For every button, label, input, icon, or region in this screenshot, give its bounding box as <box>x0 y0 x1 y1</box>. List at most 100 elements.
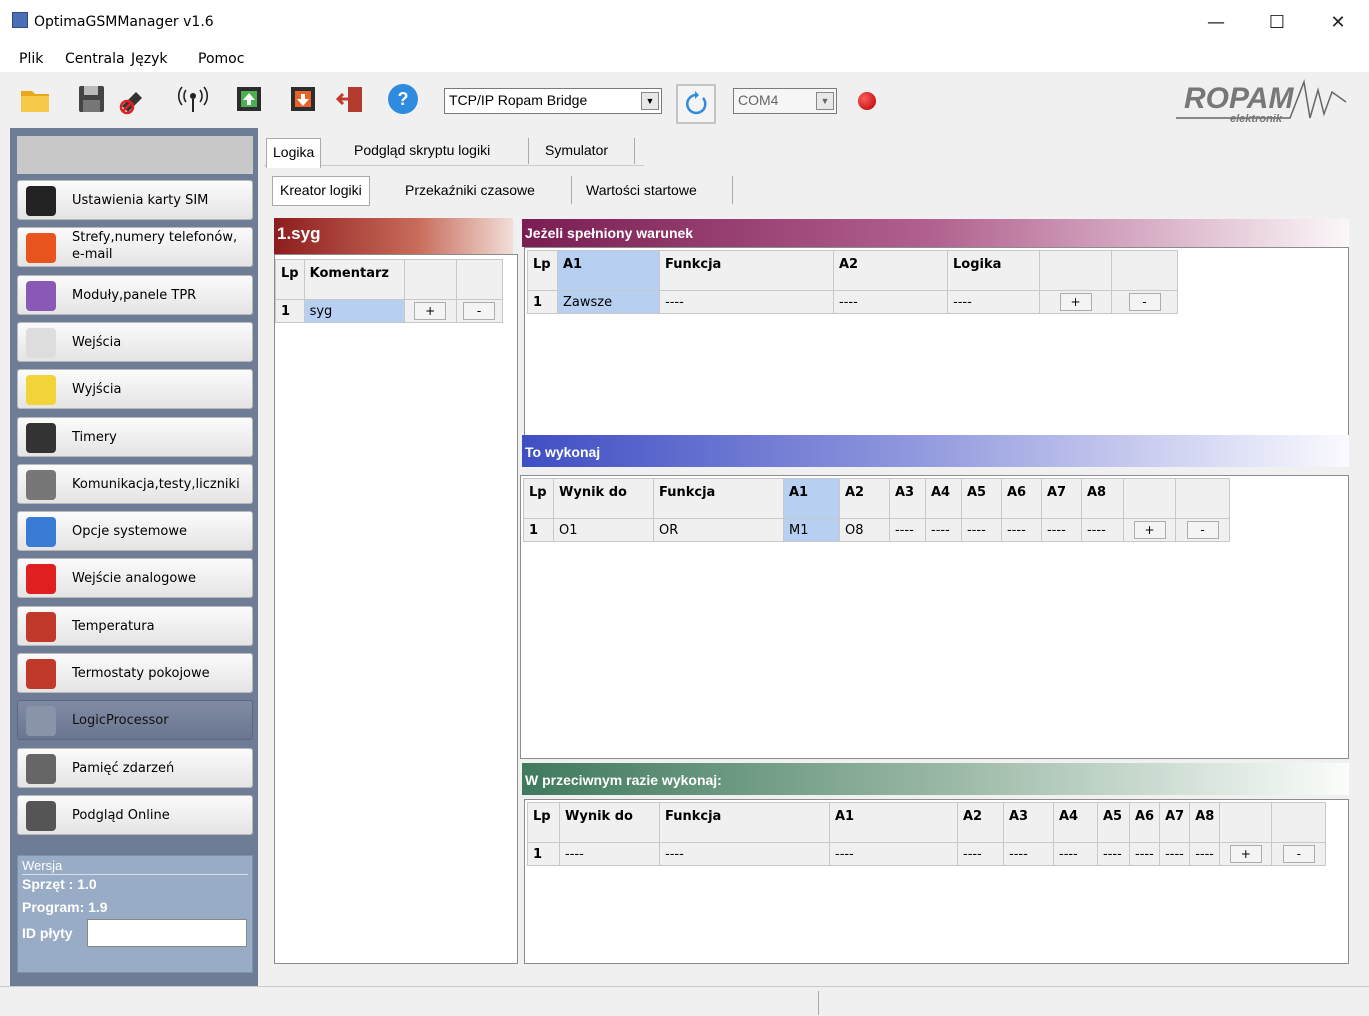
minimize-button[interactable]: — <box>1196 8 1236 38</box>
sidebar-item-timery[interactable]: Timery <box>17 416 253 457</box>
sidebar-item-opcje-systemowe[interactable]: Opcje systemowe <box>17 511 253 552</box>
cell-a4[interactable]: ---- <box>925 518 962 542</box>
row-comment[interactable]: syg <box>303 299 405 323</box>
tab-kreator-logiki[interactable]: Kreator logiki <box>272 176 370 206</box>
disconnect-icon[interactable] <box>116 82 150 116</box>
download-chip-icon[interactable] <box>286 82 320 116</box>
column-header: A2 <box>957 802 1004 843</box>
signal-table: Lp Komentarz 1 syg + - <box>275 259 503 323</box>
tab-wartosci-startowe[interactable]: Wartości startowe <box>586 182 697 198</box>
remove-button[interactable]: - <box>1282 845 1315 863</box>
cell-a8[interactable]: ---- <box>1189 842 1221 866</box>
menu-pomoc[interactable]: Pomoc <box>198 51 244 67</box>
cell-a2[interactable]: ---- <box>833 290 948 314</box>
tab-symulator[interactable]: Symulator <box>545 142 608 158</box>
cell-out[interactable]: ---- <box>559 842 660 866</box>
connection-type-select[interactable]: TCP/IP Ropam Bridge ▼ <box>444 88 662 114</box>
cell-logic[interactable]: ---- <box>947 290 1040 314</box>
sidebar-item-komunikacja-testy-liczniki[interactable]: Komunikacja,testy,liczniki <box>17 463 253 504</box>
cell-a6[interactable]: ---- <box>1128 842 1161 866</box>
sidebar-item-podgląd-online[interactable]: Podgląd Online <box>17 794 253 835</box>
remove-button[interactable]: - <box>463 302 496 320</box>
cell-fn[interactable]: ---- <box>659 842 830 866</box>
cell-a1[interactable]: Zawsze <box>557 290 660 314</box>
open-folder-icon[interactable] <box>18 82 52 116</box>
cell-a5[interactable]: ---- <box>1097 842 1130 866</box>
cell-a1[interactable]: ---- <box>829 842 958 866</box>
maximize-button[interactable]: ☐ <box>1257 8 1297 38</box>
sidebar-item-ustawienia-karty-sim[interactable]: Ustawienia karty SIM <box>17 180 253 220</box>
title-bar: OptimaGSMManager v1.6 — ☐ ✕ <box>0 0 1369 46</box>
cell-fn[interactable]: OR <box>653 518 784 542</box>
tab-podglad-skryptu[interactable]: Podgląd skryptu logiki <box>354 142 490 158</box>
column-header: A4 <box>925 478 962 519</box>
upload-chip-icon[interactable] <box>232 82 266 116</box>
table-row[interactable]: 1 ---- ---- ---- ---- ---- ---- ---- ---- ---- ---… <box>527 842 1327 866</box>
cell-a5[interactable]: ---- <box>961 518 1002 542</box>
sidebar-item-strefy-numery-telefonów[interactable]: Strefy,numery telefonów, e-mail <box>17 227 253 268</box>
sidebar-item-termostaty-pokojowe[interactable]: Termostaty pokojowe <box>17 653 253 693</box>
bulb-icon <box>26 375 56 406</box>
tools-icon <box>26 469 56 500</box>
tab-przekazniki-czasowe[interactable]: Przekaźniki czasowe <box>405 182 535 198</box>
column-header: A1 <box>557 250 660 291</box>
sidebar-item-logicprocessor[interactable]: LogicProcessor <box>17 700 253 741</box>
magnifier-icon <box>26 753 56 784</box>
cell-a7[interactable]: ---- <box>1041 518 1082 542</box>
column-header: A3 <box>889 478 926 519</box>
com-port-select[interactable]: COM4 ▼ <box>733 88 837 114</box>
close-button[interactable]: ✕ <box>1318 8 1358 38</box>
status-bar <box>0 986 1369 1016</box>
cell-out[interactable]: O1 <box>553 518 654 542</box>
sidebar-item-pamięć-zdarzeń[interactable]: Pamięć zdarzeń <box>17 747 253 788</box>
exit-door-icon[interactable] <box>334 82 368 116</box>
cell-a2[interactable]: O8 <box>839 518 890 542</box>
add-button[interactable]: + <box>1229 845 1262 863</box>
add-button[interactable]: + <box>1059 293 1092 311</box>
cell-function[interactable]: ---- <box>659 290 834 314</box>
add-button[interactable]: + <box>414 302 447 320</box>
refresh-icon[interactable] <box>676 84 716 124</box>
table-row[interactable]: 1 syg + - <box>275 299 503 323</box>
cell-a1[interactable]: M1 <box>783 518 840 542</box>
svg-text:ROPAM: ROPAM <box>1184 82 1294 115</box>
tab-logika[interactable]: Logika <box>266 138 322 168</box>
remove-button[interactable]: - <box>1128 293 1161 311</box>
sidebar: Ustawienia karty SIM Strefy,numery telefo… <box>10 128 258 986</box>
sidebar-item-wejście-analogowe[interactable]: Wejście analogowe <box>17 558 253 599</box>
save-disk-icon[interactable] <box>74 82 108 116</box>
cell-a3[interactable]: ---- <box>889 518 926 542</box>
sidebar-item-temperatura[interactable]: Temperatura <box>17 605 253 646</box>
table-row[interactable]: 1 Zawsze ---- ---- ---- + - <box>527 290 1178 314</box>
else-panel: Lp Wynik do Funkcja A1 A2 A3 A4 A5 A6 A7 A8 1 ---- -… <box>524 799 1349 964</box>
help-icon[interactable]: ? <box>386 82 420 116</box>
sidebar-item-label: Komunikacja,testy,liczniki <box>72 476 240 492</box>
column-header: A6 <box>1001 478 1042 519</box>
play-icon <box>26 706 56 737</box>
table-row[interactable]: 1 O1 OR M1 O8 ---- ---- ---- ---- ---- ---- + - <box>523 518 1230 542</box>
svg-text:?: ? <box>398 89 409 109</box>
cell-a4[interactable]: ---- <box>1053 842 1098 866</box>
menu-jezyk[interactable]: Język <box>131 51 167 67</box>
column-header: Lp <box>527 250 558 291</box>
sidebar-item-wyjścia[interactable]: Wyjścia <box>17 369 253 410</box>
sidebar-item-wejścia[interactable]: Wejścia <box>17 321 253 362</box>
wireless-signal-icon[interactable] <box>176 82 210 116</box>
cell-a3[interactable]: ---- <box>1003 842 1054 866</box>
cell-a8[interactable]: ---- <box>1081 518 1124 542</box>
else-header: W przeciwnym razie wykonaj: <box>522 763 1349 795</box>
sidebar-item-label: Ustawienia karty SIM <box>72 193 209 208</box>
add-button[interactable]: + <box>1133 521 1166 539</box>
cell-a2[interactable]: ---- <box>957 842 1004 866</box>
cell-a7[interactable]: ---- <box>1159 842 1191 866</box>
menu-plik[interactable]: Plik <box>19 51 43 67</box>
remove-button[interactable]: - <box>1186 521 1219 539</box>
sidebar-item-moduły-panele-tpr[interactable]: Moduły,panele TPR <box>17 274 253 315</box>
cell-a6[interactable]: ---- <box>1001 518 1042 542</box>
toolbar: ? TCP/IP Ropam Bridge ▼ COM4 ▼ ROPAM ele… <box>0 72 1369 128</box>
thermostat-icon <box>26 659 56 689</box>
row-lp: 1 <box>527 290 558 314</box>
menu-centrala[interactable]: Centrala <box>65 51 125 67</box>
board-id-input[interactable] <box>87 919 247 947</box>
main-content: Logika Podgląd skryptu logiki Symulator … <box>258 128 1369 986</box>
